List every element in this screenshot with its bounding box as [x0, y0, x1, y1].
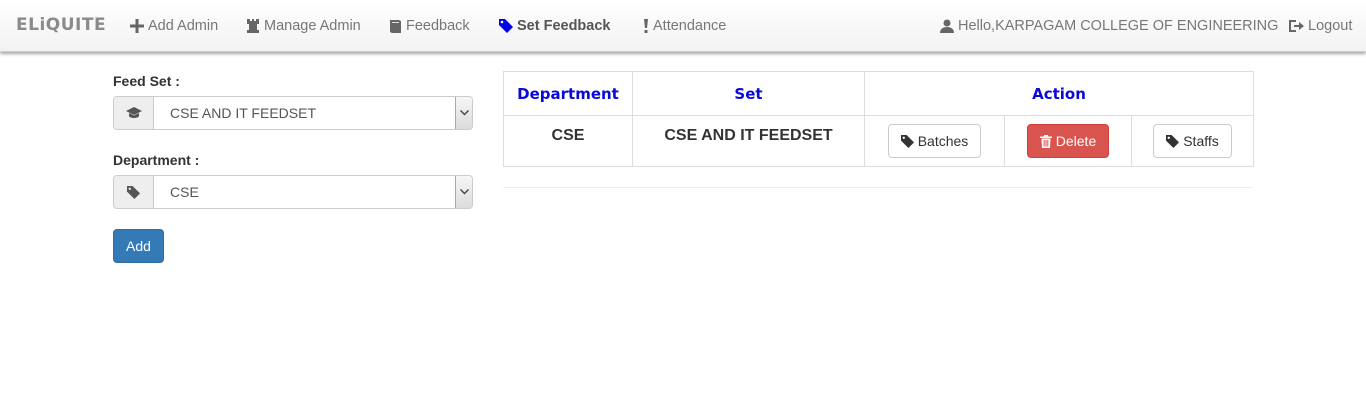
table-row: CSE CSE AND IT FEEDSET Batches Delete St…: [503, 115, 1254, 167]
cell-batches: Batches: [864, 115, 1005, 167]
plus-icon: [130, 19, 144, 33]
cell-delete: Delete: [1004, 115, 1132, 167]
header-action: Action: [864, 71, 1254, 116]
cell-staffs: Staffs: [1131, 115, 1254, 167]
user-greeting-label: Hello,KARPAGAM COLLEGE OF ENGINEERING: [958, 18, 1279, 34]
department-label: Department :: [113, 152, 200, 168]
logout-icon: [1289, 20, 1304, 32]
batches-button[interactable]: Batches: [887, 124, 982, 158]
chevron-down-icon: [459, 110, 469, 116]
tag-icon: [1166, 134, 1180, 148]
nav-manage-admin[interactable]: Manage Admin: [246, 16, 361, 36]
feedset-table: Department Set Action CSE CSE AND IT FEE…: [503, 71, 1254, 167]
exclamation-icon: [644, 19, 648, 33]
department-addon: [114, 176, 154, 208]
nav-set-feedback[interactable]: Set Feedback: [499, 16, 611, 36]
tag-icon: [900, 134, 914, 148]
delete-label: Delete: [1055, 133, 1097, 149]
nav-add-admin[interactable]: Add Admin: [130, 16, 218, 36]
nav-user-greeting[interactable]: Hello,KARPAGAM COLLEGE OF ENGINEERING: [940, 16, 1278, 36]
cell-set: CSE AND IT FEEDSET: [632, 115, 865, 167]
nav-attendance[interactable]: Attendance: [643, 16, 726, 36]
nav-feedback[interactable]: Feedback: [389, 16, 470, 36]
divider: [503, 187, 1253, 188]
staffs-button[interactable]: Staffs: [1153, 124, 1232, 158]
header-department: Department: [503, 71, 633, 116]
book-icon: [390, 20, 401, 33]
table-header-row: Department Set Action: [503, 71, 1254, 116]
top-navbar: ELiQUITE Add Admin Manage Admin Feedback…: [0, 0, 1366, 52]
graduation-cap-icon: [125, 107, 142, 118]
department-dropdown-arrow[interactable]: [455, 176, 472, 208]
department-value: CSE: [170, 184, 199, 200]
logout-label: Logout: [1308, 18, 1353, 34]
feed-set-dropdown-arrow[interactable]: [455, 97, 472, 129]
logout-link[interactable]: Logout: [1289, 16, 1352, 36]
feed-set-addon: [114, 97, 154, 129]
add-button[interactable]: Add: [113, 229, 164, 263]
nav-set-feedback-label: Set Feedback: [517, 18, 611, 34]
nav-manage-admin-label: Manage Admin: [264, 18, 361, 34]
feed-set-value: CSE AND IT FEEDSET: [170, 105, 316, 121]
header-set: Set: [632, 71, 865, 116]
brand-logo[interactable]: ELiQUITE: [16, 15, 106, 35]
user-icon: [940, 19, 954, 33]
cell-department: CSE: [503, 115, 633, 167]
feed-set-select[interactable]: CSE AND IT FEEDSET: [113, 96, 473, 130]
batches-label: Batches: [917, 133, 969, 149]
tower-icon: [247, 19, 259, 33]
tag-icon: [127, 185, 140, 199]
feed-set-label: Feed Set :: [113, 73, 180, 89]
trash-icon: [1039, 134, 1052, 148]
chevron-down-icon: [459, 189, 469, 195]
nav-add-admin-label: Add Admin: [148, 18, 219, 34]
nav-feedback-label: Feedback: [406, 18, 470, 34]
nav-attendance-label: Attendance: [653, 18, 727, 34]
staffs-label: Staffs: [1183, 133, 1219, 149]
delete-button[interactable]: Delete: [1026, 124, 1110, 158]
department-select[interactable]: CSE: [113, 175, 473, 209]
tag-icon: [499, 19, 513, 33]
